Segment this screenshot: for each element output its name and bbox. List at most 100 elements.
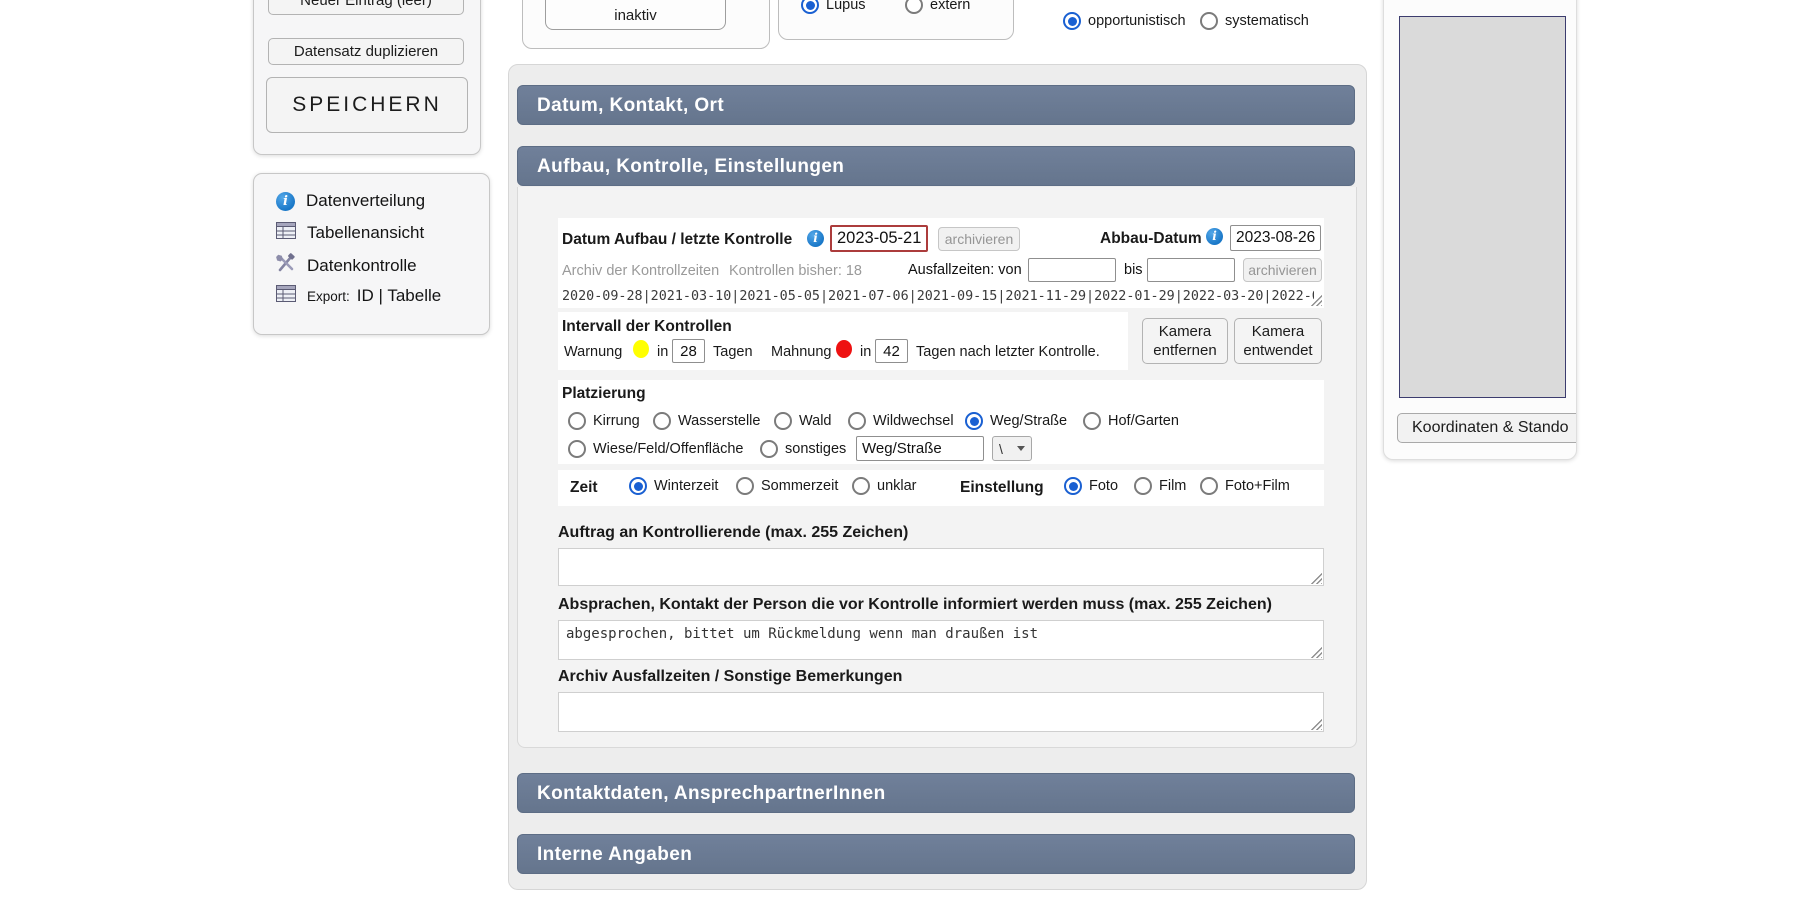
einstellung-label: Einstellung	[960, 479, 1044, 497]
radio-dot	[736, 477, 754, 495]
kontrollzeiten-archive-list[interactable]: 2020-09-28|2021-03-10|2021-05-05|2021-07…	[562, 289, 1314, 306]
ausfall-von-input[interactable]	[1028, 258, 1116, 282]
kamera-entwendet-button[interactable]: Kameraentwendet	[1234, 318, 1322, 364]
radio-extern[interactable]: extern	[905, 0, 970, 14]
save-button[interactable]: SPEICHERN	[266, 77, 468, 133]
in-label: in	[860, 344, 871, 360]
inactive-label: inaktiv	[614, 7, 657, 24]
tagen-label: Tagen	[713, 344, 753, 360]
warn-days-input[interactable]	[672, 339, 705, 363]
radio-wiese-feld[interactable]: Wiese/Feld/Offenfläche	[568, 440, 743, 458]
archiv-bemerkungen-textarea[interactable]	[558, 692, 1324, 732]
radio-label: unklar	[877, 478, 917, 494]
menu-item-tabellenansicht[interactable]: Tabellenansicht	[276, 222, 424, 244]
info-icon[interactable]: i	[1206, 228, 1223, 245]
mahn-days-input[interactable]	[875, 339, 908, 363]
section-bar-interne-angaben[interactable]: Interne Angaben	[517, 834, 1355, 874]
radio-unklar[interactable]: unklar	[852, 477, 917, 495]
actions-panel: Neuer Eintrag (leer) Datensatz duplizier…	[253, 0, 481, 155]
map-placeholder[interactable]	[1399, 16, 1566, 398]
radio-dot	[1200, 477, 1218, 495]
map-panel: Koordinaten & Stando	[1383, 0, 1577, 460]
ausfallzeiten-von-label: Ausfallzeiten: von	[908, 262, 1022, 278]
coordinates-button[interactable]: Koordinaten & Stando	[1397, 413, 1577, 443]
radio-dot	[760, 440, 778, 458]
menu-item-export[interactable]: Export: ID | Tabelle	[276, 285, 441, 307]
inactive-button[interactable]: inaktiv	[545, 0, 726, 30]
archive-ausfall-label: archivieren	[1248, 262, 1316, 278]
menu-item-datenkontrolle[interactable]: Datenkontrolle	[276, 253, 417, 278]
intervall-title: Intervall der Kontrollen	[562, 318, 732, 336]
auftrag-label: Auftrag an Kontrollierende (max. 255 Zei…	[558, 524, 908, 542]
auftrag-textarea[interactable]	[558, 548, 1324, 586]
radio-sommerzeit[interactable]: Sommerzeit	[736, 477, 838, 495]
radio-dot	[629, 477, 647, 495]
aufbau-date-input[interactable]	[830, 225, 928, 252]
archive-date-button[interactable]: archivieren	[938, 227, 1020, 251]
radio-weg-strasse[interactable]: Weg/Straße	[965, 412, 1067, 430]
aufbau-date-label: Datum Aufbau / letzte Kontrolle	[562, 231, 792, 249]
warnung-label: Warnung	[564, 344, 622, 360]
radio-foto-film[interactable]: Foto+Film	[1200, 477, 1290, 495]
duplicate-record-button[interactable]: Datensatz duplizieren	[268, 38, 464, 65]
radio-sonstiges[interactable]: sonstiges	[760, 440, 846, 458]
radio-dot	[568, 440, 586, 458]
warning-dot	[633, 340, 649, 358]
section-bar-datum[interactable]: Datum, Kontakt, Ort	[517, 85, 1355, 125]
radio-label: Wildwechsel	[873, 413, 954, 429]
duplicate-record-label: Datensatz duplizieren	[294, 43, 438, 60]
radio-wildwechsel[interactable]: Wildwechsel	[848, 412, 954, 430]
table-icon	[276, 285, 296, 307]
sonstiges-input[interactable]	[856, 436, 984, 461]
radio-hof-garten[interactable]: Hof/Garten	[1083, 412, 1179, 430]
radio-film[interactable]: Film	[1134, 477, 1186, 495]
radio-winterzeit[interactable]: Winterzeit	[629, 477, 718, 495]
archive-date-label: archivieren	[945, 231, 1013, 247]
mahnung-dot	[836, 340, 852, 358]
archiv-bemerkungen-label: Archiv Ausfallzeiten / Sonstige Bemerkun…	[558, 668, 902, 686]
menu-item-datenverteilung[interactable]: i Datenverteilung	[276, 191, 425, 211]
kamera-entfernen-button[interactable]: Kameraentfernen	[1142, 318, 1228, 364]
chevron-down-icon	[1017, 446, 1025, 451]
platzierung-dropdown[interactable]: \	[992, 436, 1032, 461]
radio-label: Wald	[799, 413, 832, 429]
radio-systematisch[interactable]: systematisch	[1200, 12, 1309, 30]
radio-label: Sommerzeit	[761, 478, 838, 494]
radio-kirrung[interactable]: Kirrung	[568, 412, 640, 430]
radio-dot	[852, 477, 870, 495]
radio-dot	[1134, 477, 1152, 495]
abbau-date-input[interactable]	[1230, 225, 1321, 251]
radio-dot	[1063, 12, 1081, 30]
section-bar-aufbau[interactable]: Aufbau, Kontrolle, Einstellungen	[517, 146, 1355, 186]
absprachen-textarea[interactable]: abgesprochen, bittet um Rückmeldung wenn…	[558, 620, 1324, 660]
abbau-date-label: Abbau-Datum	[1100, 230, 1202, 248]
export-prefix: Export:	[307, 289, 350, 304]
absprachen-label: Absprachen, Kontakt der Person die vor K…	[558, 596, 1272, 614]
radio-lupus[interactable]: Lupus	[801, 0, 866, 14]
status-fieldset: inaktiv	[522, 0, 770, 49]
radio-label: Wasserstelle	[678, 413, 760, 429]
section-bar-kontaktdaten[interactable]: Kontaktdaten, AnsprechpartnerInnen	[517, 773, 1355, 813]
export-targets[interactable]: ID | Tabelle	[357, 286, 441, 306]
ausfall-bis-input[interactable]	[1147, 258, 1235, 282]
dropdown-value: \	[999, 441, 1003, 457]
radio-wasserstelle[interactable]: Wasserstelle	[653, 412, 760, 430]
menu-label: Datenverteilung	[306, 191, 425, 211]
section-title: Datum, Kontakt, Ort	[537, 95, 724, 116]
archive-ausfall-button[interactable]: archivieren	[1243, 258, 1322, 282]
radio-foto[interactable]: Foto	[1064, 477, 1118, 495]
radio-label: opportunistisch	[1088, 13, 1186, 29]
new-entry-button[interactable]: Neuer Eintrag (leer)	[268, 0, 464, 15]
info-icon[interactable]: i	[807, 230, 824, 247]
radio-dot	[1064, 477, 1082, 495]
bis-label: bis	[1124, 262, 1143, 278]
kontrollen-bisher-label: Kontrollen bisher: 18	[729, 263, 862, 279]
radio-label: Film	[1159, 478, 1186, 494]
radio-label: Foto	[1089, 478, 1118, 494]
radio-wald[interactable]: Wald	[774, 412, 832, 430]
radio-opportunistisch[interactable]: opportunistisch	[1063, 12, 1186, 30]
info-icon: i	[276, 192, 295, 211]
radio-dot	[1200, 12, 1218, 30]
radio-label: Weg/Straße	[990, 413, 1067, 429]
menu-panel: i Datenverteilung Tabellenansicht Datenk…	[253, 173, 490, 335]
